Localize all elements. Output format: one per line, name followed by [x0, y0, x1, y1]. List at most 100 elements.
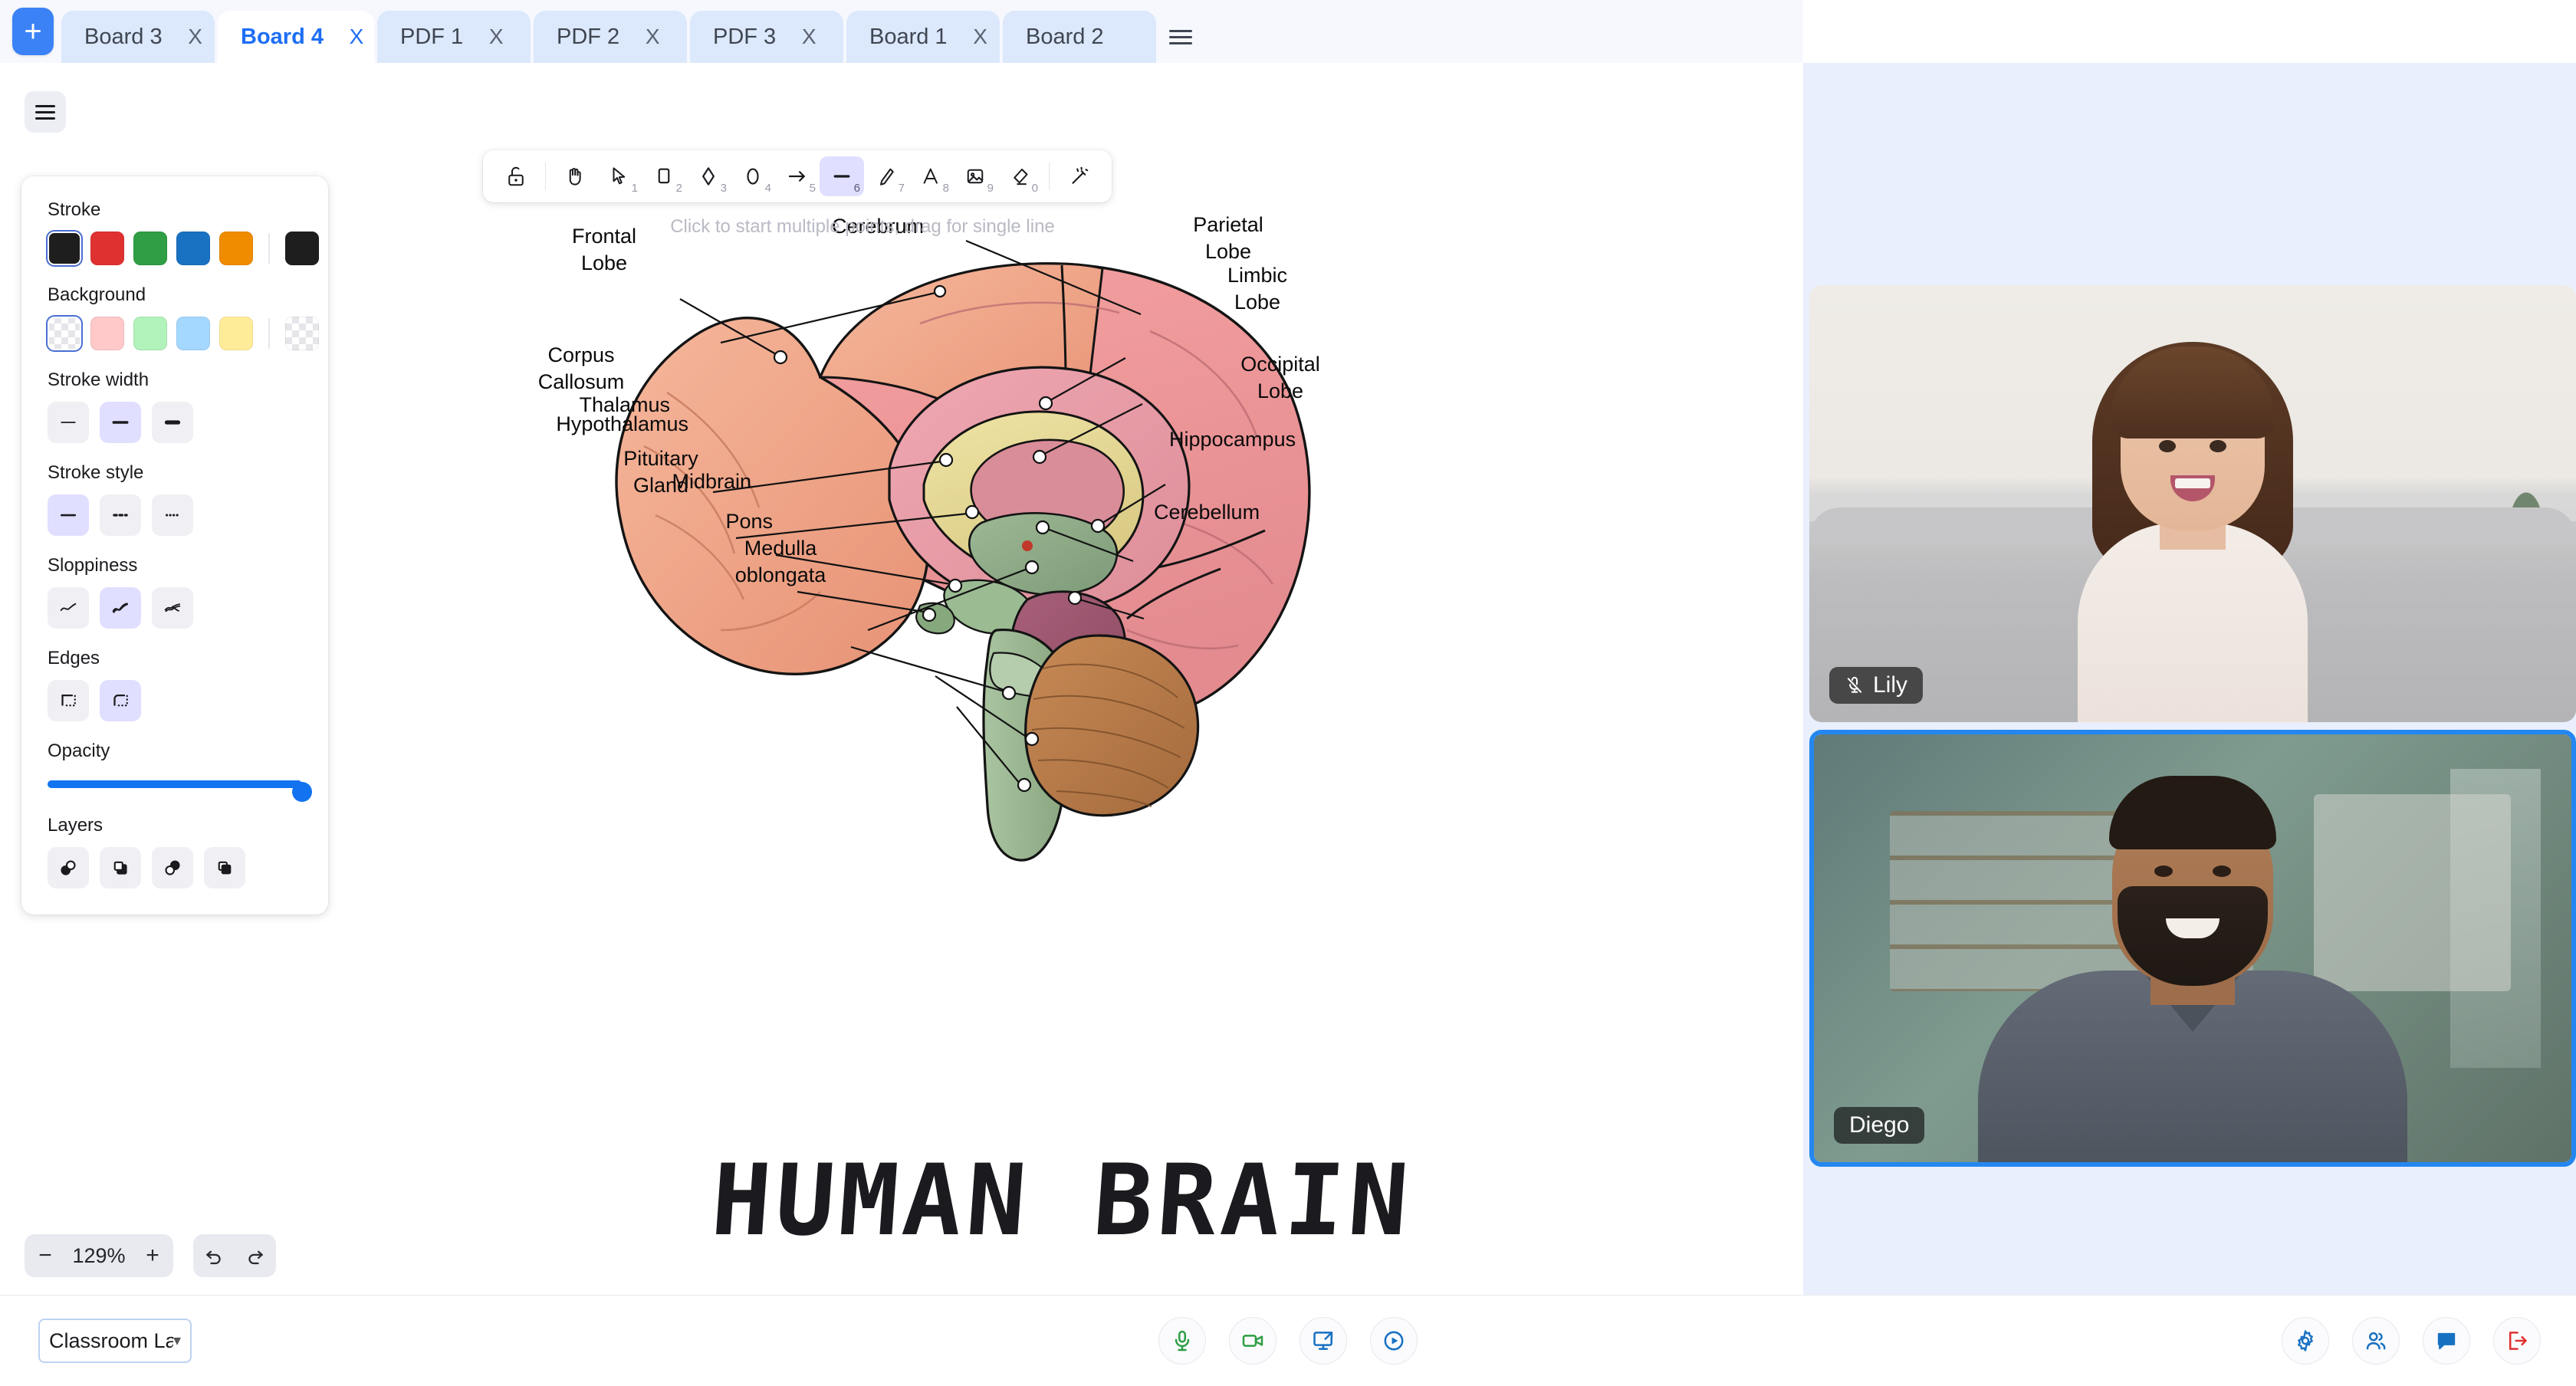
background-swatch-pink[interactable] [90, 317, 124, 350]
magic-wand-tool-button[interactable] [1056, 156, 1101, 196]
line-dotted-icon [166, 514, 179, 517]
tabs-overflow-menu-button[interactable] [1159, 11, 1202, 63]
edges-sharp-button[interactable] [48, 680, 89, 721]
zoom-level-value[interactable]: 129% [66, 1244, 132, 1268]
share-screen-button[interactable] [1300, 1317, 1347, 1365]
hand-tool-button[interactable] [553, 156, 597, 196]
tab-pdf-2[interactable]: PDF 2 X [533, 11, 687, 63]
diamond-tool-button[interactable]: 3 [686, 156, 731, 196]
tab-close-icon[interactable]: X [478, 25, 514, 49]
opacity-label: Opacity [48, 741, 110, 761]
tab-close-icon[interactable]: X [635, 25, 670, 49]
tab-board-4[interactable]: Board 4 X [218, 11, 374, 63]
tab-board-1[interactable]: Board 1 X [846, 11, 1000, 63]
stroke-width-bold-button[interactable] [100, 402, 141, 443]
new-board-button[interactable]: + [12, 8, 54, 55]
background-swatch-yellow[interactable] [219, 317, 253, 350]
video-panel: Lily Diego [1803, 63, 2576, 1358]
lock-icon [508, 166, 524, 186]
background-current-color[interactable] [285, 317, 319, 350]
edges-round-button[interactable] [100, 680, 141, 721]
properties-panel: Stroke Background Stroke width Stroke st… [21, 176, 328, 915]
tab-pdf-3[interactable]: PDF 3 X [689, 11, 843, 63]
tab-board-3[interactable]: Board 3 X [61, 11, 215, 63]
tab-close-icon[interactable]: X [963, 25, 998, 49]
stroke-label: Stroke [48, 199, 101, 220]
background-swatch-green[interactable] [133, 317, 167, 350]
record-button[interactable] [1370, 1317, 1418, 1365]
label-pons: Pons [725, 510, 773, 533]
pencil-tool-button[interactable]: 7 [864, 156, 909, 196]
stroke-swatch-black[interactable] [48, 232, 81, 265]
stroke-style-dashed-button[interactable] [100, 494, 141, 536]
ellipse-tool-button[interactable]: 4 [731, 156, 775, 196]
scribble-artist-icon [112, 603, 128, 613]
tab-board-2[interactable]: Board 2 [1002, 11, 1156, 63]
tab-pdf-1[interactable]: PDF 1 X [376, 11, 531, 63]
undo-icon [206, 1250, 221, 1265]
line-thin-icon [61, 422, 76, 423]
send-to-back-button[interactable] [48, 847, 89, 888]
arrow-icon [788, 171, 805, 182]
stroke-swatch-blue[interactable] [176, 232, 210, 265]
sloppiness-artist-button[interactable] [100, 587, 141, 629]
stroke-swatch-orange[interactable] [219, 232, 253, 265]
camera-button[interactable] [1229, 1317, 1276, 1365]
opacity-slider[interactable] [48, 773, 312, 802]
stroke-style-solid-button[interactable] [48, 494, 89, 536]
stroke-width-thin-button[interactable] [48, 402, 89, 443]
background-swatch-row [48, 317, 319, 350]
sloppiness-architect-button[interactable] [48, 587, 89, 629]
image-tool-button[interactable]: 9 [953, 156, 997, 196]
arrow-tool-button[interactable]: 5 [775, 156, 820, 196]
zoom-out-button[interactable]: − [25, 1234, 66, 1277]
background-swatch-blue[interactable] [176, 317, 210, 350]
stroke-current-color[interactable] [285, 232, 319, 265]
tab-close-icon[interactable]: X [178, 25, 213, 49]
tab-close-icon[interactable]: X [791, 25, 826, 49]
layout-select[interactable]: Classroom Layout ▾ [38, 1319, 192, 1363]
tab-close-icon[interactable]: X [339, 25, 374, 49]
bottom-toolbar: Classroom Layout ▾ [0, 1296, 2576, 1386]
redo-button[interactable] [235, 1234, 276, 1277]
board-title-drawing[interactable]: HUMAN BRAIN [659, 1128, 1441, 1274]
ellipse-icon [747, 168, 759, 185]
opacity-slider-track[interactable] [48, 780, 312, 802]
selection-tool-button[interactable]: 1 [597, 156, 642, 196]
canvas-menu-button[interactable] [25, 91, 66, 133]
zoom-in-button[interactable]: + [132, 1234, 173, 1277]
participants-icon [2366, 1332, 2386, 1350]
scribble-cartoonist-icon [164, 603, 181, 613]
chat-button[interactable] [2423, 1317, 2470, 1365]
brain-diagram[interactable]: Cerebrum Frontal Lobe Parietal Lobe Limb… [491, 201, 1411, 868]
undo-button[interactable] [193, 1234, 235, 1277]
layers-options [48, 847, 302, 888]
send-backward-button[interactable] [100, 847, 141, 888]
title-text: HUMAN BRAIN [708, 1144, 1416, 1258]
video-tile-diego[interactable]: Diego [1809, 730, 2576, 1167]
stroke-swatch-red[interactable] [90, 232, 124, 265]
eraser-tool-button[interactable]: 0 [997, 156, 1042, 196]
video-tile-lily[interactable]: Lily [1809, 285, 2576, 722]
line-tool-button[interactable]: 6 [820, 156, 864, 196]
tool-shortcut: 5 [809, 182, 816, 195]
tab-label: PDF 3 [712, 24, 777, 49]
sloppiness-cartoonist-button[interactable] [152, 587, 193, 629]
leave-call-button[interactable] [2493, 1317, 2541, 1365]
rectangle-tool-button[interactable]: 2 [642, 156, 686, 196]
bring-to-front-button[interactable] [204, 847, 245, 888]
settings-button[interactable] [2282, 1317, 2329, 1365]
bring-forward-button[interactable] [152, 847, 193, 888]
microphone-button[interactable] [1158, 1317, 1206, 1365]
text-tool-button[interactable]: 8 [909, 156, 953, 196]
opacity-slider-knob[interactable] [292, 782, 312, 802]
participants-button[interactable] [2352, 1317, 2400, 1365]
cerebellum-shape [1024, 634, 1200, 817]
background-swatch-transparent[interactable] [48, 317, 81, 350]
whiteboard-canvas[interactable]: 1 2 3 4 5 6 7 8 9 0 Click to start multi… [0, 63, 1803, 1320]
stroke-width-extra-bold-button[interactable] [152, 402, 193, 443]
stroke-swatch-green[interactable] [133, 232, 167, 265]
stroke-style-dotted-button[interactable] [152, 494, 193, 536]
lock-tool-button[interactable] [494, 156, 538, 196]
participant-name: Lily [1873, 672, 1908, 698]
